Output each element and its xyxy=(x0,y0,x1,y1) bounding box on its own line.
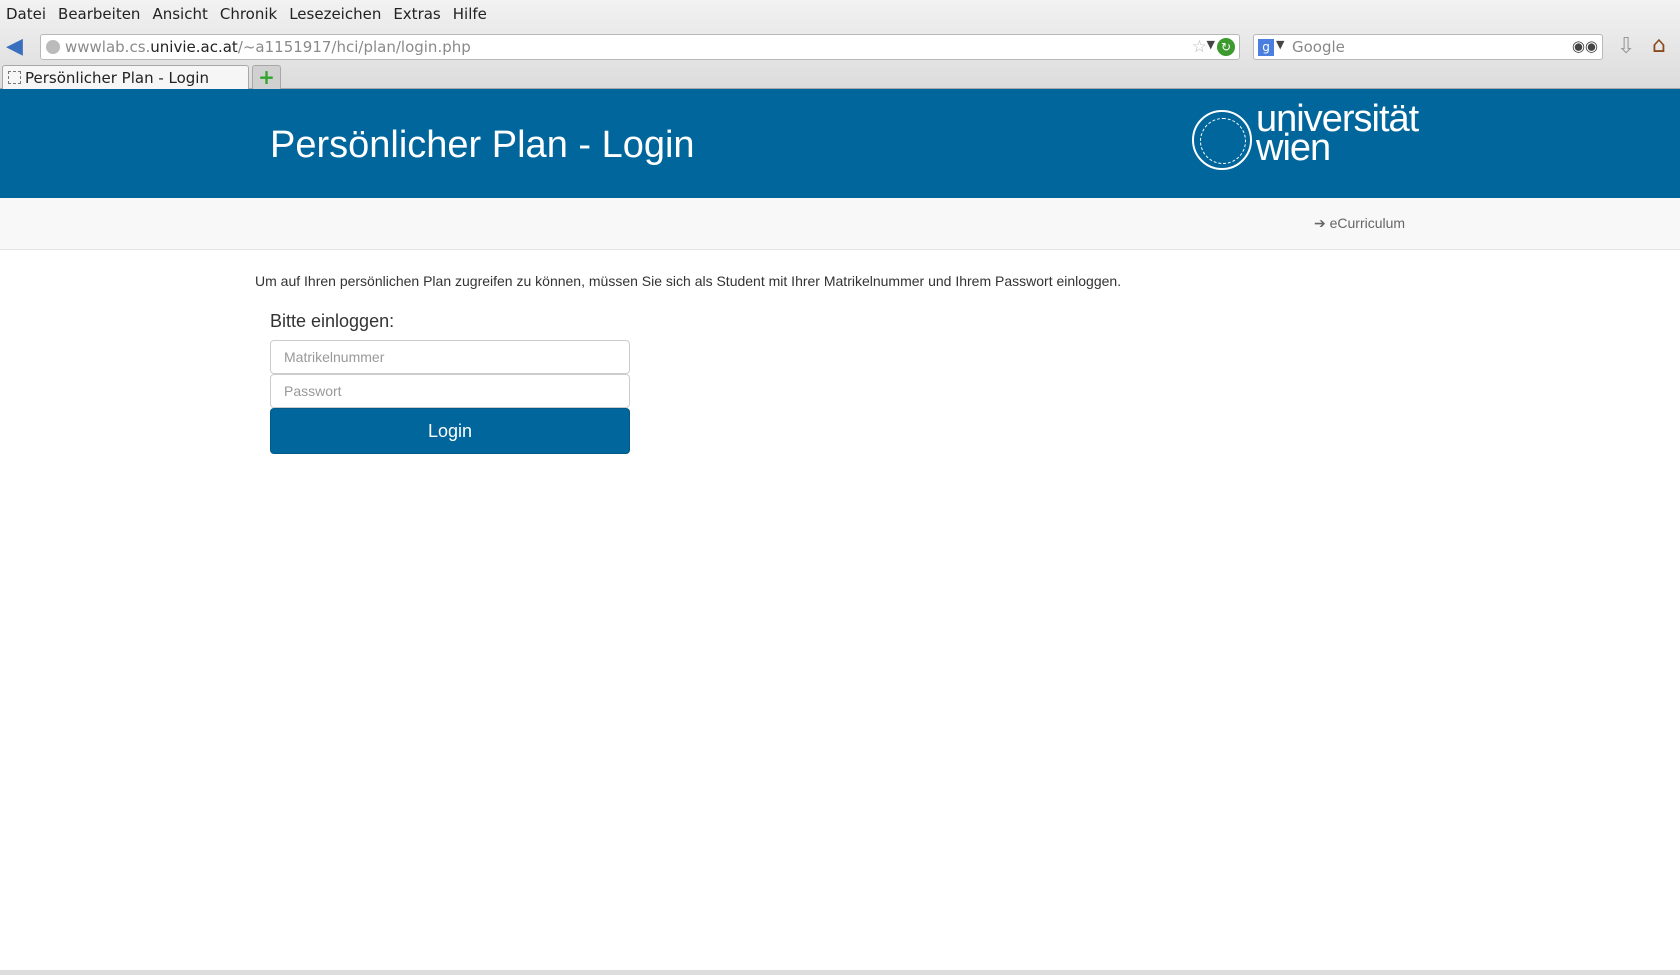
globe-icon xyxy=(46,40,60,54)
url-domain: univie.ac.at xyxy=(150,38,238,56)
tab-title: Persönlicher Plan - Login xyxy=(25,69,209,87)
seal-icon xyxy=(1192,110,1252,170)
menu-hilfe[interactable]: Hilfe xyxy=(453,5,487,23)
binoculars-icon[interactable]: ◉◉ xyxy=(1572,37,1598,55)
back-arrow-icon[interactable]: ◀ xyxy=(6,36,30,58)
menu-extras[interactable]: Extras xyxy=(393,5,440,23)
menu-lesezeichen[interactable]: Lesezeichen xyxy=(289,5,381,23)
search-bar[interactable]: g ▼ Google ◉◉ xyxy=(1253,34,1603,60)
ecurriculum-label: eCurriculum xyxy=(1329,215,1406,231)
menu-bearbeiten[interactable]: Bearbeiten xyxy=(58,5,140,23)
page-icon xyxy=(8,71,21,84)
bookmark-star-icon[interactable]: ☆ xyxy=(1192,37,1207,57)
ecurriculum-link[interactable]: ➔ eCurriculum xyxy=(1314,215,1405,232)
menu-datei[interactable]: Datei xyxy=(6,5,46,23)
university-logo[interactable]: universität wien xyxy=(1192,100,1419,171)
menu-chronik[interactable]: Chronik xyxy=(220,5,277,23)
logo-text: universität wien xyxy=(1256,98,1419,169)
url-path: /~a1151917/hci/plan/login.php xyxy=(237,38,471,56)
sub-navigation: ➔ eCurriculum xyxy=(0,198,1680,250)
home-icon[interactable]: ⌂ xyxy=(1652,33,1666,58)
login-button[interactable]: Login xyxy=(270,408,630,454)
download-arrow-icon[interactable]: ⇩ xyxy=(1617,34,1635,59)
google-icon[interactable]: g xyxy=(1258,39,1274,56)
chevron-down-icon[interactable]: ▼ xyxy=(1207,38,1215,51)
reload-icon[interactable]: ↻ xyxy=(1217,38,1235,56)
menu-ansicht[interactable]: Ansicht xyxy=(152,5,207,23)
new-tab-button[interactable]: + xyxy=(252,65,281,89)
status-bar xyxy=(0,970,1680,975)
menu-bar: Datei Bearbeiten Ansicht Chronik Lesezei… xyxy=(6,5,487,23)
browser-chrome: Datei Bearbeiten Ansicht Chronik Lesezei… xyxy=(0,0,1680,89)
page-title: Persönlicher Plan - Login xyxy=(270,124,695,166)
tab-login[interactable]: Persönlicher Plan - Login xyxy=(2,65,249,89)
password-input[interactable] xyxy=(270,374,630,408)
navigation-toolbar: ◀ wwwlab.cs.univie.ac.at/~a1151917/hci/p… xyxy=(0,33,1680,61)
intro-text: Um auf Ihren persönlichen Plan zugreifen… xyxy=(255,273,1122,289)
login-heading: Bitte einloggen: xyxy=(270,311,395,331)
url-bar[interactable]: wwwlab.cs.univie.ac.at/~a1151917/hci/pla… xyxy=(40,34,1240,60)
search-placeholder: Google xyxy=(1292,38,1345,56)
chevron-down-icon[interactable]: ▼ xyxy=(1276,38,1284,51)
matrikelnummer-input[interactable] xyxy=(270,340,630,374)
url-prefix: wwwlab.cs. xyxy=(65,38,151,56)
page-header: Persönlicher Plan - Login universität wie… xyxy=(0,89,1680,198)
arrow-right-icon: ➔ xyxy=(1314,215,1330,231)
